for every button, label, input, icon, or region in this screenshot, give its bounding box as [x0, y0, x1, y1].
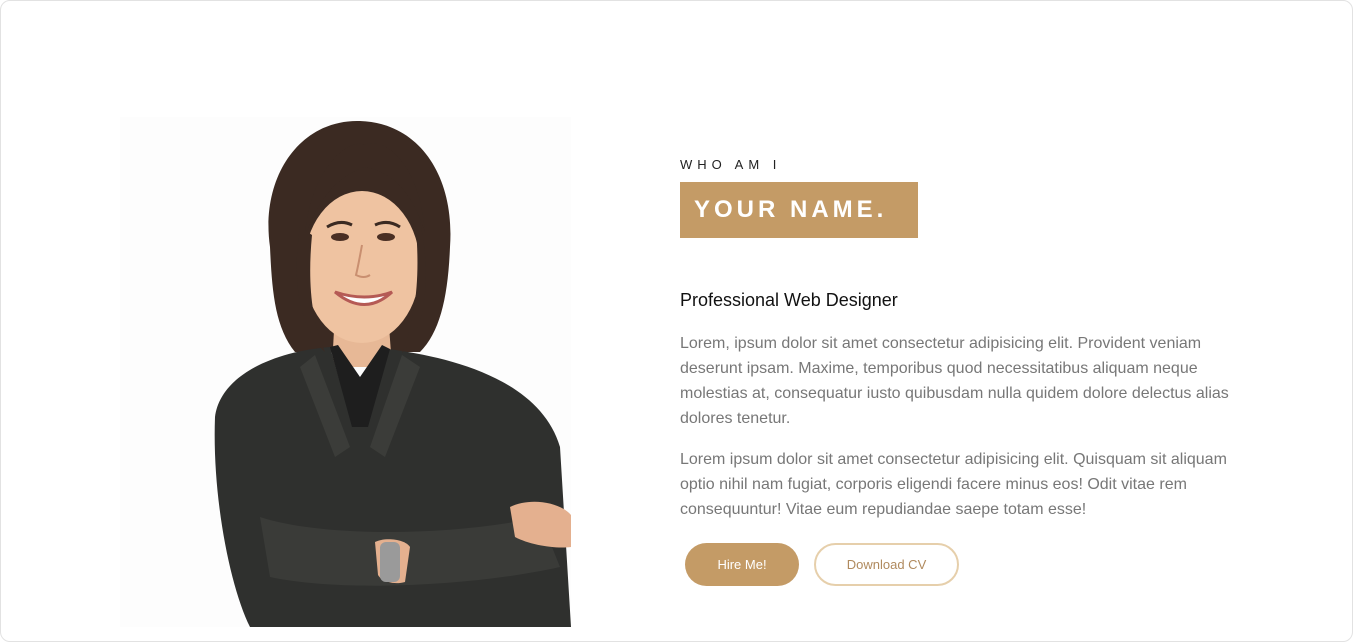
profile-photo: [120, 117, 571, 627]
download-cv-button[interactable]: Download CV: [814, 543, 959, 586]
role-title: Professional Web Designer: [680, 290, 898, 310]
hire-me-button[interactable]: Hire Me!: [685, 543, 799, 586]
name-heading: YOUR NAME.: [694, 196, 888, 223]
section-eyebrow: WHO AM I: [680, 157, 782, 172]
bio-paragraph-1: Lorem, ipsum dolor sit amet consectetur …: [680, 335, 1229, 427]
name-banner: YOUR NAME.: [680, 182, 918, 238]
bio-paragraph-2: Lorem ipsum dolor sit amet consectetur a…: [680, 451, 1227, 518]
